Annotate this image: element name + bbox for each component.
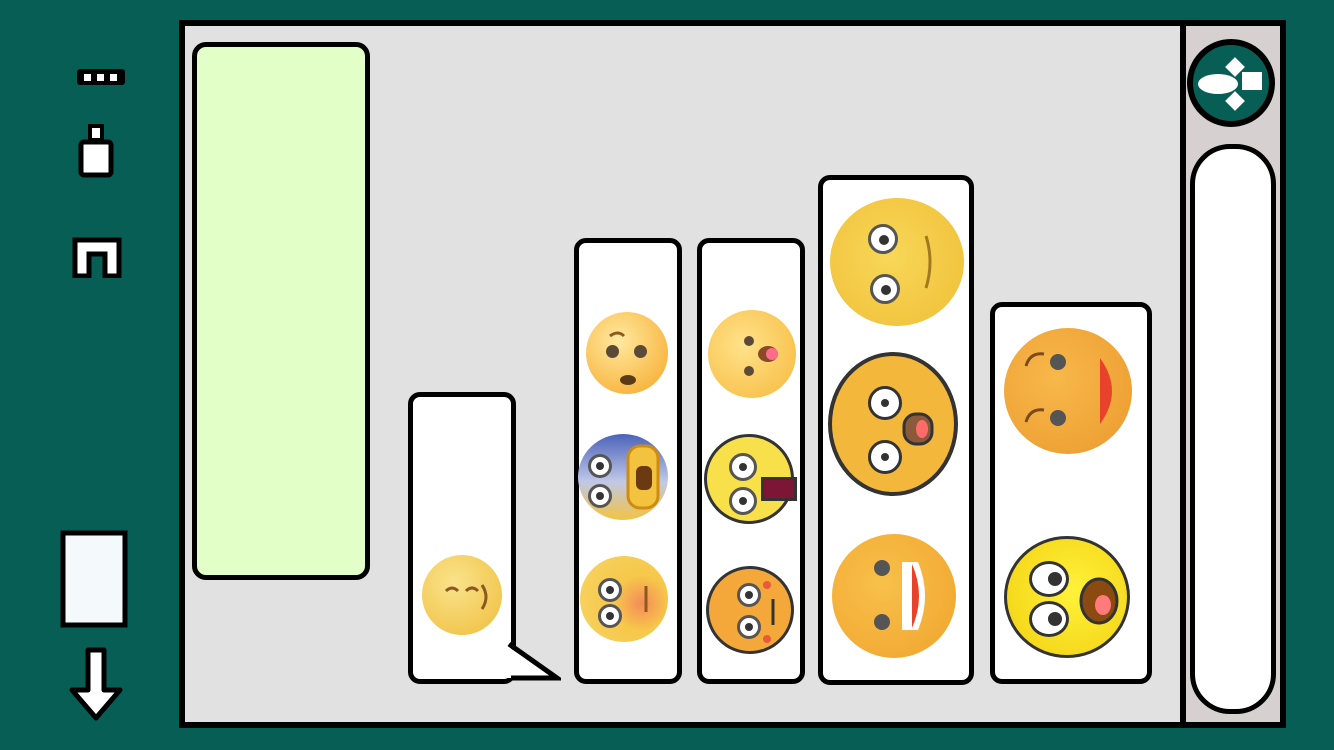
rolling-eyes-face-emoji[interactable]: [830, 198, 964, 326]
paper-icon[interactable]: [60, 530, 128, 628]
vertical-text-field[interactable]: [1190, 144, 1276, 714]
glasses-surprised-face-emoji[interactable]: [828, 352, 958, 496]
message-input-box[interactable]: [192, 42, 370, 580]
column-1[interactable]: [408, 392, 516, 684]
dizzy-face-emoji[interactable]: [706, 566, 794, 654]
bottle-icon[interactable]: [78, 124, 114, 178]
smiling-face-emoji[interactable]: [422, 555, 502, 635]
flushed-face-emoji[interactable]: [586, 312, 668, 394]
magnet-icon[interactable]: [72, 236, 122, 279]
tongue-face-emoji[interactable]: [708, 310, 796, 398]
screaming-face-emoji[interactable]: [578, 434, 668, 520]
embarrassed-face-emoji[interactable]: [580, 556, 668, 642]
down-arrow-icon[interactable]: [66, 646, 126, 722]
more-dots-icon[interactable]: [76, 68, 126, 86]
stuck-out-tongue-face-emoji[interactable]: [704, 434, 797, 524]
send-logo-icon[interactable]: [1186, 38, 1276, 128]
laughing-face-emoji[interactable]: [832, 534, 956, 658]
surprised-cartoon-face-emoji[interactable]: [1004, 536, 1130, 658]
bubble-tail: [507, 641, 561, 681]
grinning-sideways-face-emoji[interactable]: [1004, 328, 1132, 454]
